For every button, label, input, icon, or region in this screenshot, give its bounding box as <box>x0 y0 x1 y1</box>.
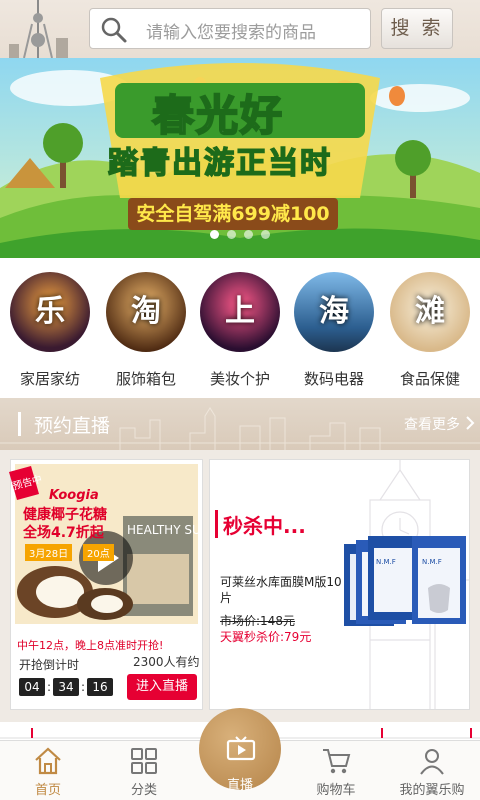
nav-profile[interactable]: 我的翼乐购 <box>384 745 480 798</box>
category-char: 上 <box>225 294 255 329</box>
carousel-dots[interactable] <box>210 230 270 239</box>
countdown-label: 开抢倒计时 <box>19 658 80 672</box>
search-button[interactable]: 搜 索 <box>381 8 453 49</box>
pack-label: N.M.F <box>422 558 442 566</box>
home-icon <box>35 747 61 775</box>
app-page: 请输入您要搜索的商品 搜 索 春光好 踏青出游正当时 安全自驾满699减100 … <box>0 0 480 800</box>
search-placeholder: 请输入您要搜索的商品 <box>146 23 316 43</box>
countdown-timer: 04 : 34 : 16 <box>19 678 113 696</box>
presale-promo-text: 中午12点，晚上8点准时开抢! <box>17 639 164 652</box>
carousel-dot[interactable] <box>244 230 253 239</box>
timer-hours: 04 <box>19 678 45 696</box>
banner-title: 春光好 <box>151 90 285 141</box>
nav-label: 我的翼乐购 <box>399 783 465 798</box>
banner-promo: 安全自驾满699减100 <box>128 198 338 230</box>
nav-home[interactable]: 首页 <box>0 745 96 798</box>
pack-label: N.M.F <box>376 558 396 566</box>
product-discount: 全场4.7折起 <box>23 525 104 541</box>
category-image: 乐 <box>10 272 90 352</box>
flash-product-name: 可莱丝水库面膜M版10片 <box>220 575 342 605</box>
category-label: 服饰箱包 <box>115 370 176 388</box>
timer-seconds: 16 <box>87 678 113 696</box>
header: 请输入您要搜索的商品 搜 索 <box>0 0 480 58</box>
carousel-dot[interactable] <box>261 230 270 239</box>
view-more-link[interactable]: 查看更多 <box>404 414 460 434</box>
reserved-count: 2300人有约 <box>133 655 200 669</box>
carousel-dot[interactable] <box>210 230 219 239</box>
nav-label: 购物车 <box>316 783 356 798</box>
category-food-health[interactable]: 滩 食品保健 <box>390 272 470 389</box>
category-char: 滩 <box>415 294 445 329</box>
chevron-right-icon[interactable] <box>465 415 475 431</box>
category-char: 海 <box>319 294 349 329</box>
timer-separator: : <box>46 680 52 694</box>
flash-price: 天翼秒杀价:79元 <box>220 630 312 644</box>
nav-category[interactable]: 分类 <box>96 745 192 798</box>
category-beauty-care[interactable]: 上 美妆个护 <box>200 272 280 389</box>
category-home-textiles[interactable]: 乐 家居家纺 <box>10 272 90 389</box>
grid-icon <box>131 748 157 774</box>
product-time: 20点 <box>83 544 114 561</box>
category-char: 淘 <box>131 294 161 329</box>
presale-card[interactable]: HEALTHY SUGAR Koogia 健康椰子花糖 全场4.7折起 3月28… <box>9 459 203 710</box>
cart-icon <box>323 749 351 774</box>
flash-sale-title: 秒杀中... <box>223 514 306 538</box>
nav-label: 分类 <box>130 783 157 798</box>
oriental-pearl-tower-icon <box>9 0 68 58</box>
tv-icon <box>226 736 256 761</box>
live-section-header: 预约直播 查看更多 <box>0 398 480 450</box>
category-image: 海 <box>294 272 374 352</box>
category-label: 家居家纺 <box>19 370 80 388</box>
category-label: 美妆个护 <box>209 370 270 388</box>
category-image: 滩 <box>390 272 470 352</box>
promo-banner[interactable]: 春光好 踏青出游正当时 安全自驾满699减100 <box>0 58 480 258</box>
category-label: 数码电器 <box>303 370 364 388</box>
category-digital-appliances[interactable]: 海 数码电器 <box>294 272 374 389</box>
category-apparel-bags[interactable]: 淘 服饰箱包 <box>106 272 186 389</box>
carousel-dot[interactable] <box>227 230 236 239</box>
nav-label: 首页 <box>34 783 61 798</box>
timer-separator: : <box>80 680 86 694</box>
product-date: 3月28日 <box>25 544 73 561</box>
enter-live-button[interactable]: 进入直播 <box>127 674 197 700</box>
category-label: 食品保健 <box>399 370 460 388</box>
category-char: 乐 <box>35 294 65 329</box>
market-price: 市场价:148元 <box>220 614 295 628</box>
banner-subtitle: 踏青出游正当时 <box>107 145 332 182</box>
timer-minutes: 34 <box>53 678 79 696</box>
search-icon <box>101 17 127 43</box>
package-text: HEALTHY SUGAR <box>127 523 198 537</box>
product-brand: Koogia <box>49 488 99 503</box>
flash-sale-card[interactable]: N.M.F N.M.F 秒杀中... 可莱丝水库面膜M版10片 市场价:148元… <box>209 459 470 710</box>
section-accent-bar <box>18 412 21 436</box>
category-row: 乐 家居家纺 淘 服饰箱包 上 美妆个护 海 数码电器 滩 食品保健 <box>0 258 480 398</box>
nav-cart[interactable]: 购物车 <box>288 745 384 798</box>
live-section-title: 预约直播 <box>34 415 111 437</box>
nav-label: 直播 <box>226 778 253 793</box>
category-image: 上 <box>200 272 280 352</box>
product-title: 健康椰子花糖 <box>23 507 107 523</box>
search-input[interactable]: 请输入您要搜索的商品 <box>89 8 371 49</box>
category-image: 淘 <box>106 272 186 352</box>
user-icon <box>420 749 444 775</box>
flash-accent-bar <box>215 510 218 538</box>
